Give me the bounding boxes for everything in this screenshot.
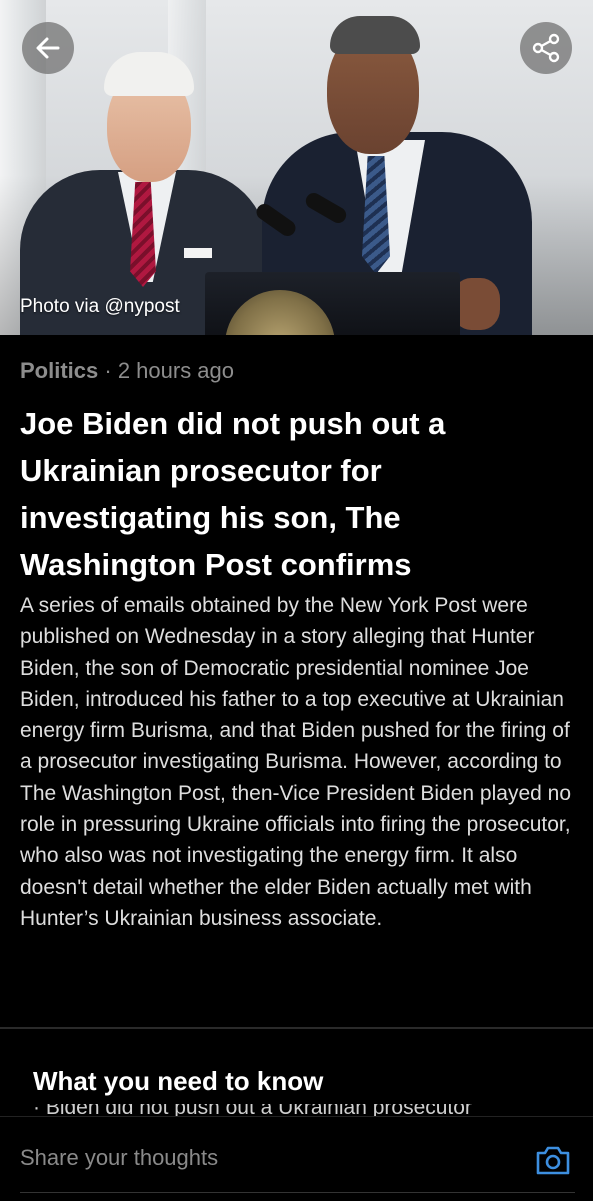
divider: [0, 1027, 593, 1029]
camera-button[interactable]: [533, 1140, 573, 1180]
share-icon: [532, 33, 560, 63]
comment-bar: Share your thoughts: [0, 1116, 593, 1201]
share-button[interactable]: [520, 22, 572, 74]
need-to-know-title: What you need to know: [33, 1066, 324, 1096]
meta-separator: ·: [98, 358, 118, 383]
article-meta: Politics · 2 hours ago: [20, 358, 234, 384]
hero-image: Photo via @nypost: [0, 0, 593, 335]
category-label[interactable]: Politics: [20, 358, 98, 383]
comment-input[interactable]: Share your thoughts: [20, 1145, 218, 1171]
photo-credit: Photo via @nypost: [20, 296, 180, 317]
article-headline: Joe Biden did not push out a Ukrainian p…: [20, 406, 446, 582]
back-button[interactable]: [22, 22, 74, 74]
input-underline: [20, 1192, 575, 1193]
article-body: A series of emails obtained by the New Y…: [20, 594, 572, 930]
arrow-left-icon: [36, 37, 60, 59]
camera-icon: [536, 1146, 570, 1175]
timestamp: 2 hours ago: [117, 358, 235, 383]
